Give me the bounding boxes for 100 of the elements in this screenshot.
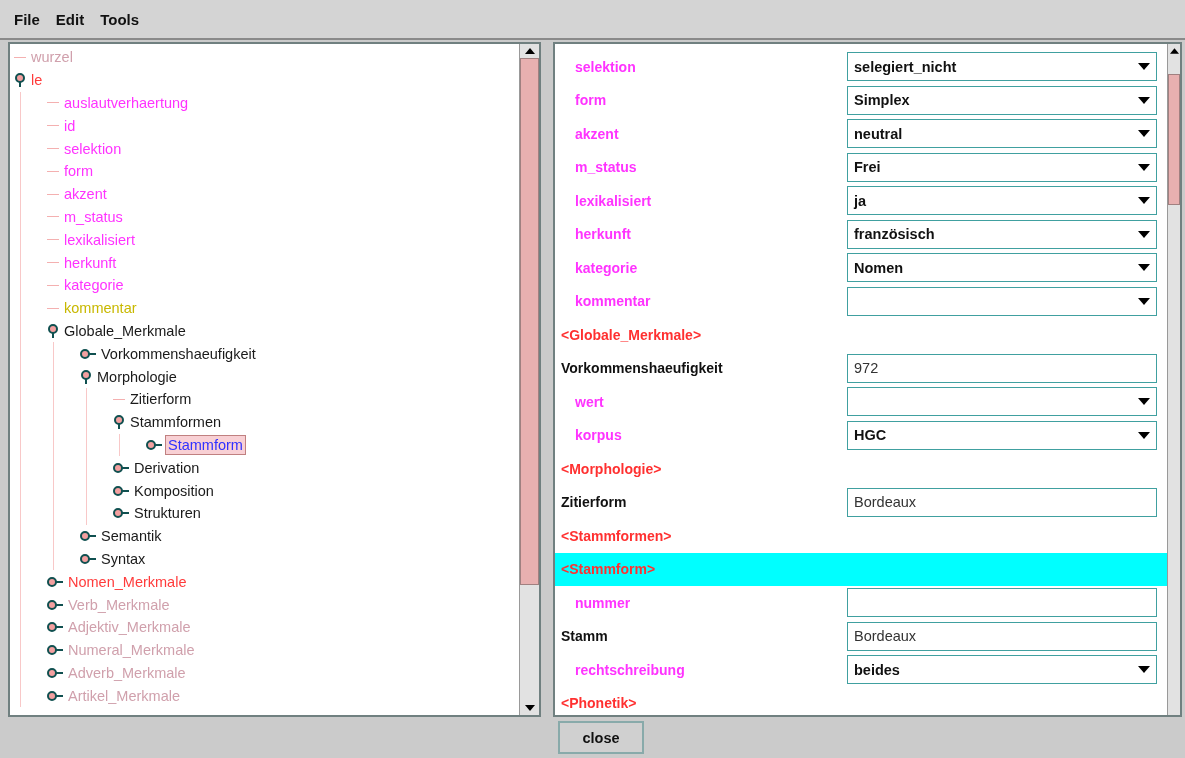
scrollbar[interactable] xyxy=(1167,44,1180,715)
collapsed-node-icon[interactable] xyxy=(47,575,63,588)
scroll-thumb[interactable] xyxy=(1168,74,1180,205)
form-row[interactable]: Stamm Bordeaux xyxy=(555,619,1167,653)
collapsed-node-icon[interactable] xyxy=(113,484,129,497)
form-row[interactable]: herkunft französisch xyxy=(555,217,1167,251)
tree-node[interactable]: le xyxy=(29,71,45,90)
tree-node[interactable]: Globale_Merkmale xyxy=(62,321,188,340)
dropdown[interactable]: selegiert_nicht xyxy=(847,52,1157,82)
field-label: <Morphologie> xyxy=(561,460,662,477)
dropdown[interactable]: Frei xyxy=(847,152,1157,182)
form-row[interactable]: <Morphologie> xyxy=(555,452,1167,486)
field-label: Zitierform xyxy=(561,494,627,511)
expanded-node-icon[interactable] xyxy=(14,73,26,88)
tree-node[interactable]: Komposition xyxy=(132,481,216,500)
tree-node[interactable]: Stammform xyxy=(165,434,246,455)
collapsed-node-icon[interactable] xyxy=(47,666,63,679)
form-row[interactable]: rechtschreibung beides xyxy=(555,653,1167,687)
text-field[interactable]: 972 xyxy=(847,353,1157,383)
collapsed-node-icon[interactable] xyxy=(80,347,96,360)
caret-icon[interactable] xyxy=(1138,197,1150,205)
dropdown[interactable]: Simplex xyxy=(847,85,1157,115)
field-label: <Phonetik> xyxy=(561,695,637,712)
tree-node[interactable]: Zitierform xyxy=(128,390,194,409)
text-field[interactable]: Bordeaux xyxy=(847,487,1157,517)
collapsed-node-icon[interactable] xyxy=(146,438,162,451)
collapsed-node-icon[interactable] xyxy=(80,552,96,565)
caret-icon[interactable] xyxy=(1138,63,1150,71)
dropdown[interactable]: ja xyxy=(847,186,1157,216)
tree-node[interactable]: Vorkommenshaeufigkeit xyxy=(99,344,258,363)
tree-node[interactable]: Strukturen xyxy=(132,504,203,523)
dropdown[interactable]: HGC xyxy=(847,420,1157,450)
up-arrow-icon[interactable] xyxy=(524,48,535,54)
collapsed-node-icon[interactable] xyxy=(47,644,63,657)
expanded-node-icon[interactable] xyxy=(47,323,59,338)
caret-icon[interactable] xyxy=(1138,431,1150,439)
field-label: <Globale_Merkmale> xyxy=(561,326,702,343)
form-row[interactable]: <Stammformen> xyxy=(555,519,1167,553)
tree-node[interactable]: Syntax xyxy=(99,549,148,568)
dropdown[interactable]: beides xyxy=(847,655,1157,685)
down-arrow-icon[interactable] xyxy=(524,705,535,711)
up-arrow-icon[interactable] xyxy=(1169,48,1179,54)
form-row[interactable]: <Globale_Merkmale> xyxy=(555,318,1167,352)
expanded-node-icon[interactable] xyxy=(80,369,92,384)
tree-node[interactable]: Morphologie xyxy=(95,367,179,386)
menu-item[interactable]: Edit xyxy=(55,10,85,28)
form-row[interactable]: kategorie Nomen xyxy=(555,251,1167,285)
menu-item[interactable]: File xyxy=(14,10,40,28)
form-row[interactable]: Vorkommenshaeufigkeit 972 xyxy=(555,351,1167,385)
dropdown[interactable]: Nomen xyxy=(847,253,1157,283)
field-label: m_status xyxy=(574,159,637,176)
menu-item[interactable]: Tools xyxy=(100,10,140,28)
field-label: Vorkommenshaeufigkeit xyxy=(561,360,723,377)
collapsed-node-icon[interactable] xyxy=(47,689,63,702)
caret-icon[interactable] xyxy=(1138,130,1150,138)
field-label: herkunft xyxy=(574,226,631,243)
field-label: wert xyxy=(574,393,604,410)
scrollbar[interactable] xyxy=(519,44,539,715)
tree-node[interactable]: Derivation xyxy=(132,458,202,477)
close-button[interactable]: close xyxy=(558,721,644,754)
dropdown[interactable]: französisch xyxy=(847,219,1157,249)
text-field[interactable]: Bordeaux xyxy=(847,621,1157,651)
field-label: akzent xyxy=(574,125,619,142)
field-label: lexikalisiert xyxy=(574,192,652,209)
form-row[interactable]: korpus HGC xyxy=(555,418,1167,452)
form-row[interactable]: m_status Frei xyxy=(555,150,1167,184)
caret-icon[interactable] xyxy=(1138,297,1150,305)
collapsed-node-icon[interactable] xyxy=(80,530,96,543)
caret-icon[interactable] xyxy=(1138,264,1150,272)
field-label: selektion xyxy=(574,58,636,75)
collapsed-node-icon[interactable] xyxy=(47,621,63,634)
form-row[interactable]: form Simplex xyxy=(555,83,1167,117)
form-row[interactable]: selektion selegiert_nicht xyxy=(555,50,1167,84)
form-row[interactable]: <Phonetik> xyxy=(555,686,1167,720)
field-label: kommentar xyxy=(574,293,651,310)
caret-icon[interactable] xyxy=(1138,398,1150,406)
caret-icon[interactable] xyxy=(1138,230,1150,238)
field-label: <Stammform> xyxy=(561,561,656,578)
text-field[interactable] xyxy=(847,588,1157,618)
field-label: <Stammformen> xyxy=(561,527,672,544)
collapsed-node-icon[interactable] xyxy=(113,507,129,520)
field-label: kategorie xyxy=(574,259,638,276)
caret-icon[interactable] xyxy=(1138,666,1150,674)
field-label: form xyxy=(574,92,607,109)
collapsed-node-icon[interactable] xyxy=(47,598,63,611)
tree-node[interactable]: Stammformen xyxy=(128,413,224,432)
caret-icon[interactable] xyxy=(1138,163,1150,171)
collapsed-node-icon[interactable] xyxy=(113,461,129,474)
scroll-thumb[interactable] xyxy=(520,58,539,586)
field-label: Stamm xyxy=(561,628,608,645)
tree-node[interactable]: Nomen_Merkmale xyxy=(66,572,189,591)
dropdown[interactable]: neutral xyxy=(847,119,1157,149)
field-label: nummer xyxy=(574,594,631,611)
field-label: korpus xyxy=(574,427,622,444)
form-row[interactable]: lexikalisiert ja xyxy=(555,184,1167,218)
form-row[interactable]: akzent neutral xyxy=(555,117,1167,151)
tree-node[interactable]: Semantik xyxy=(99,527,164,546)
form-row[interactable]: Zitierform Bordeaux xyxy=(555,485,1167,519)
expanded-node-icon[interactable] xyxy=(113,415,125,430)
caret-icon[interactable] xyxy=(1138,96,1150,104)
